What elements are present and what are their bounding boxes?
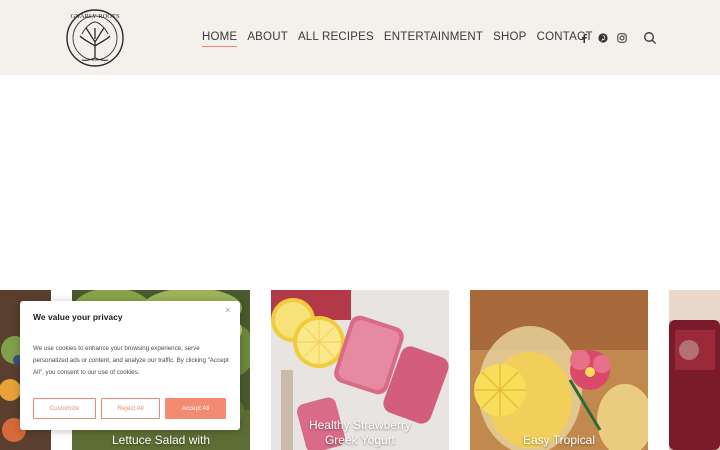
pinterest-icon[interactable] [597, 32, 609, 44]
instagram-icon[interactable] [616, 32, 628, 44]
recipe-image [669, 290, 720, 450]
customize-button[interactable]: Customize [33, 398, 96, 419]
nav-entertainment[interactable]: ENTERTAINMENT [384, 30, 483, 44]
recipe-card-easy-tropical[interactable]: Easy Tropical [470, 290, 648, 450]
page: GNARLY ROOTS HOME ABOUT ALL RECIPES ENTE… [0, 0, 720, 450]
nav-home[interactable]: HOME [202, 30, 238, 47]
cookie-title: We value your privacy [33, 312, 123, 322]
close-icon[interactable]: × [225, 305, 230, 315]
facebook-icon[interactable] [578, 32, 590, 44]
recipe-title-line2: Greek Yogurt [324, 433, 396, 447]
recipe-card[interactable] [669, 290, 720, 450]
nav-all-recipes[interactable]: ALL RECIPES [298, 30, 374, 44]
reject-all-button[interactable]: Reject All [101, 398, 160, 419]
main-nav: HOME ABOUT ALL RECIPES ENTERTAINMENT SHO… [202, 30, 603, 47]
svg-text:GNARLY ROOTS: GNARLY ROOTS [70, 13, 120, 20]
accept-all-button[interactable]: Accept All [165, 398, 226, 419]
recipe-title: Healthy Strawberry Greek Yogurt [271, 418, 449, 448]
cookie-consent-banner: We value your privacy × We use cookies t… [20, 301, 240, 430]
search-icon[interactable] [643, 31, 657, 45]
site-header: GNARLY ROOTS HOME ABOUT ALL RECIPES ENTE… [0, 0, 720, 75]
recipe-title-line1: Healthy Strawberry [308, 418, 412, 432]
nav-about[interactable]: ABOUT [247, 30, 288, 44]
recipe-card-strawberry-yogurt[interactable]: Healthy Strawberry Greek Yogurt [271, 290, 449, 450]
recipe-image [470, 290, 648, 450]
site-logo[interactable]: GNARLY ROOTS [62, 6, 128, 70]
nav-shop[interactable]: SHOP [493, 30, 526, 44]
recipe-title: Easy Tropical [522, 433, 596, 447]
social-links [578, 32, 635, 44]
cookie-description: We use cookies to enhance your browsing … [33, 345, 229, 376]
recipe-title: Lettuce Salad with [111, 433, 211, 447]
